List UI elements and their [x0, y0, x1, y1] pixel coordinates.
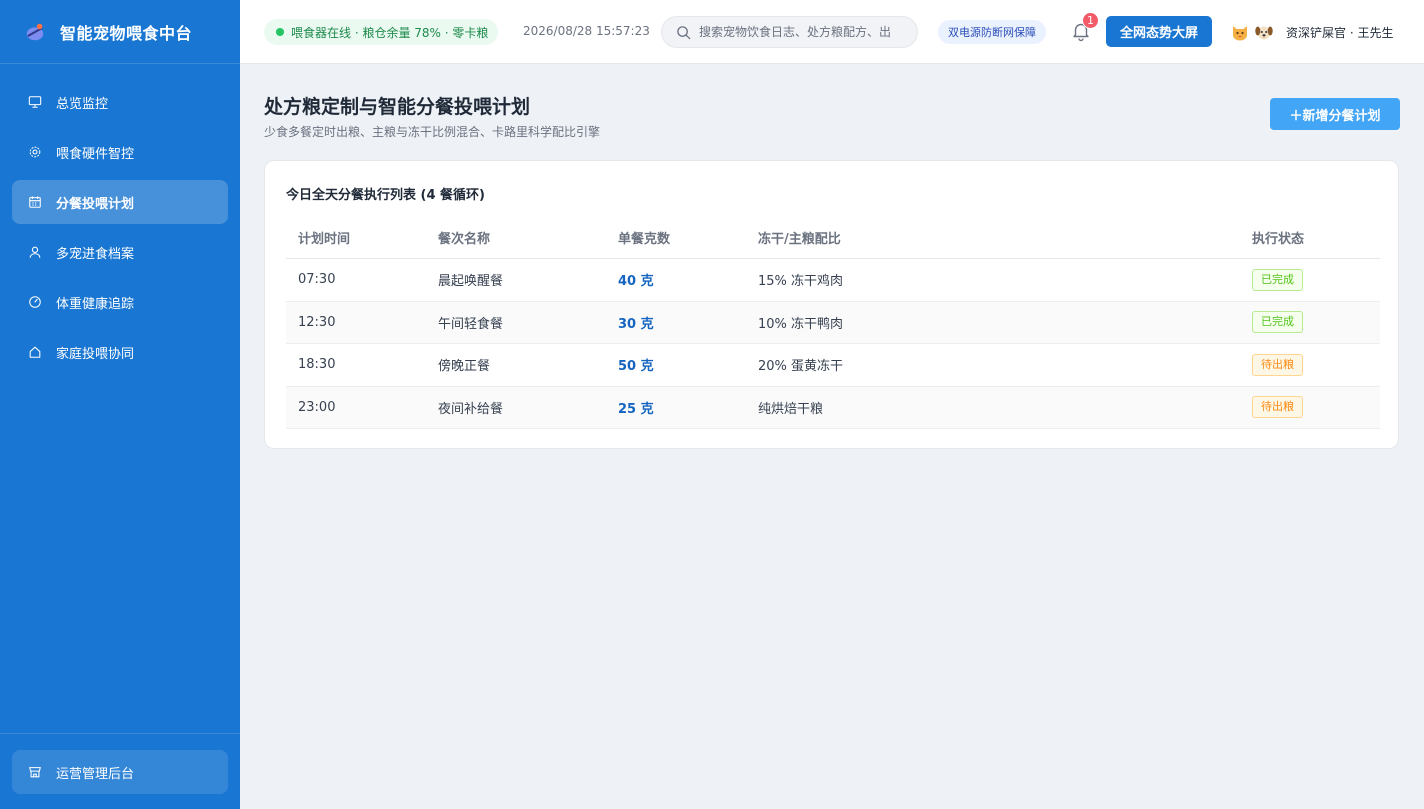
card-title: 今日全天分餐执行列表 (4 餐循环) [286, 188, 485, 203]
cell-status: 已完成 [1240, 311, 1380, 334]
cell-grams: 50 克 [618, 359, 654, 375]
brand-title: 智能宠物喂食中台 [60, 23, 193, 43]
search-box[interactable] [661, 16, 918, 48]
home-icon [29, 346, 41, 358]
status-badge: 已完成 [1252, 268, 1303, 291]
cell-ratio: 纯烘焙干粮 [758, 401, 824, 417]
current-datetime: 2026/08/28 15:57:23 [523, 24, 650, 38]
column-header-time: 计划时间 [298, 232, 351, 247]
sidebar-item-label: 喂食硬件智控 [56, 146, 135, 162]
cell-status: 待出粮 [1240, 396, 1380, 419]
user-icon [29, 246, 41, 258]
top-header: 喂食器在线 · 粮仓余量 78% · 零卡粮 2026/08/28 15:57:… [240, 0, 1424, 64]
sidebar-item-label: 多宠进食档案 [56, 246, 135, 262]
cell-grams: 40 克 [618, 274, 654, 290]
cell-status: 待出粮 [1240, 353, 1380, 376]
sidebar-item-label: 总览监控 [56, 96, 109, 112]
gauge-icon [29, 296, 41, 308]
sidebar-item-label: 体重健康追踪 [56, 296, 135, 312]
cell-meal: 夜间补给餐 [438, 401, 504, 417]
status-badge: 待出粮 [1252, 396, 1303, 419]
admin-console-label: 运营管理后台 [56, 766, 135, 782]
monitor-icon [28, 96, 42, 108]
gear-icon [29, 146, 41, 158]
cell-time: 18:30 [298, 357, 336, 373]
sidebar-item-family-sync[interactable]: 家庭投喂协同 [12, 330, 228, 374]
sidebar-nav: 总览监控 喂食硬件智控 分餐投喂计划 多宠进食档案 体重健康追踪 家庭投喂协同 [0, 64, 240, 374]
cell-time: 12:30 [298, 314, 336, 330]
sidebar-item-weight-tracking[interactable]: 体重健康追踪 [12, 280, 228, 324]
table-row[interactable]: 18:30 傍晚正餐 50 克 20% 蛋黄冻干 待出粮 [286, 344, 1380, 387]
sidebar-item-label: 家庭投喂协同 [56, 346, 135, 362]
meal-schedule-table: 计划时间 餐次名称 单餐克数 冻干/主粮配比 执行状态 07:30 晨起唤醒餐 … [286, 217, 1380, 429]
status-badge: 已完成 [1252, 311, 1303, 334]
online-status-dot-icon [276, 28, 284, 36]
table-row[interactable]: 07:30 晨起唤醒餐 40 克 15% 冻干鸡肉 已完成 [286, 259, 1380, 302]
column-header-ratio: 冻干/主粮配比 [758, 232, 841, 247]
cell-meal: 晨起唤醒餐 [438, 274, 504, 290]
add-meal-plan-button[interactable]: ＋新增分餐计划 [1270, 98, 1400, 130]
cell-time: 07:30 [298, 272, 336, 288]
sidebar-item-meal-plan[interactable]: 分餐投喂计划 [12, 180, 228, 224]
bigscreen-button[interactable]: 全网态势大屏 [1106, 16, 1212, 47]
cell-ratio: 20% 蛋黄冻干 [758, 359, 844, 375]
dog-avatar-icon[interactable] [1254, 22, 1274, 42]
cell-ratio: 10% 冻干鸭肉 [758, 316, 844, 332]
table-header: 计划时间 餐次名称 单餐克数 冻干/主粮配比 执行状态 [286, 217, 1380, 259]
page-title: 处方粮定制与智能分餐投喂计划 [264, 96, 531, 118]
column-header-grams: 单餐克数 [618, 232, 671, 247]
sidebar: 智能宠物喂食中台 总览监控 喂食硬件智控 分餐投喂计划 多宠进食档案 体重健康追… [0, 0, 240, 809]
dual-power-badge: 双电源防断网保障 [938, 20, 1046, 44]
admin-console-button[interactable]: 运营管理后台 [12, 750, 228, 794]
feeder-status-text: 喂食器在线 · 粮仓余量 78% · 零卡粮 [291, 25, 489, 40]
cell-meal: 午间轻食餐 [438, 316, 504, 332]
cell-ratio: 15% 冻干鸡肉 [758, 274, 844, 290]
sidebar-item-hardware[interactable]: 喂食硬件智控 [12, 130, 228, 174]
cell-meal: 傍晚正餐 [438, 359, 491, 375]
cell-status: 已完成 [1240, 268, 1380, 291]
brand: 智能宠物喂食中台 [0, 0, 240, 64]
status-badge: 待出粮 [1252, 353, 1303, 376]
calendar-icon [29, 196, 41, 208]
cell-time: 23:00 [298, 399, 336, 415]
search-icon [677, 25, 691, 39]
table-row[interactable]: 23:00 夜间补给餐 25 克 纯烘焙干粮 待出粮 [286, 386, 1380, 429]
sidebar-item-overview[interactable]: 总览监控 [12, 80, 228, 124]
cat-avatar-icon[interactable] [1230, 22, 1250, 42]
pet-avatars [1230, 22, 1278, 42]
cell-grams: 25 克 [618, 401, 654, 417]
search-input[interactable] [699, 25, 909, 39]
cell-grams: 30 克 [618, 316, 654, 332]
sidebar-footer: 运营管理后台 [0, 733, 240, 809]
notification-count-badge: 1 [1082, 12, 1099, 29]
meal-schedule-card: 今日全天分餐执行列表 (4 餐循环) 计划时间 餐次名称 单餐克数 冻干/主粮配… [264, 160, 1399, 449]
store-icon [29, 767, 41, 778]
column-header-meal: 餐次名称 [438, 232, 491, 247]
user-name[interactable]: 资深铲屎官 · 王先生 [1286, 24, 1393, 41]
sidebar-item-pet-profiles[interactable]: 多宠进食档案 [12, 230, 228, 274]
table-row[interactable]: 12:30 午间轻食餐 30 克 10% 冻干鸭肉 已完成 [286, 301, 1380, 344]
pet-bowl-logo-icon [26, 23, 44, 40]
sidebar-item-label: 分餐投喂计划 [56, 196, 135, 212]
page-subtitle: 少食多餐定时出粮、主粮与冻干比例混合、卡路里科学配比引擎 [264, 125, 601, 139]
column-header-status: 执行状态 [1252, 232, 1305, 247]
feeder-status-badge: 喂食器在线 · 粮仓余量 78% · 零卡粮 [264, 19, 499, 45]
